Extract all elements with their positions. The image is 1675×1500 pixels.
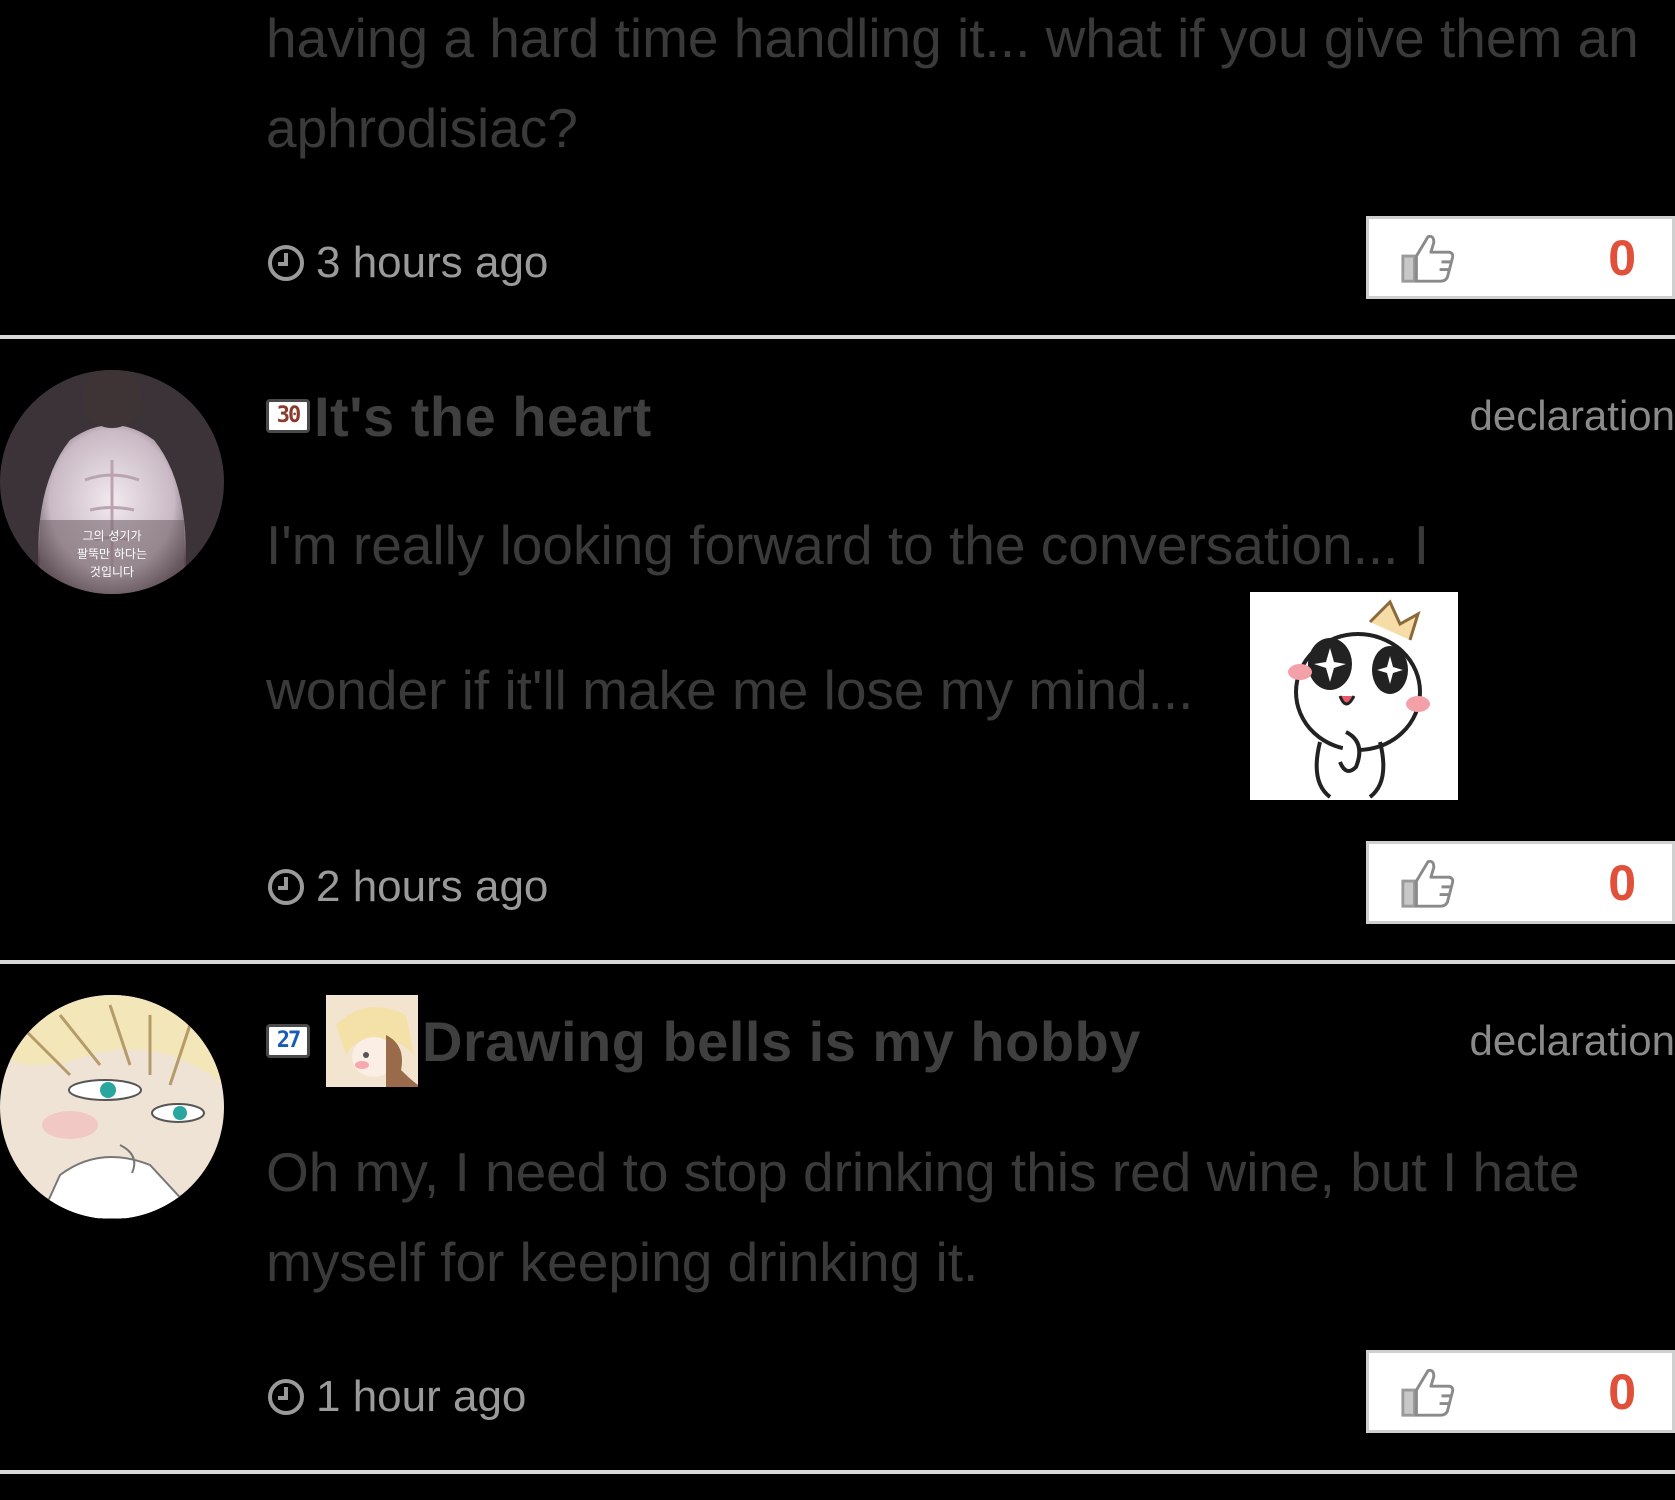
avatar-image: 그의 성기가 팔뚝만 하다는 것입니다 (0, 370, 224, 594)
comment-body: having a hard time handling it... what i… (266, 7, 1639, 159)
like-count: 0 (1608, 1363, 1636, 1420)
avatar-image (0, 995, 224, 1219)
like-count: 0 (1608, 854, 1636, 911)
declaration-link[interactable]: declaration (1470, 392, 1675, 440)
clock-icon (268, 1379, 304, 1415)
comment-time: 2 hours ago (266, 862, 548, 912)
clock-icon (268, 245, 304, 281)
svg-text:팔뚝만 하다는: 팔뚝만 하다는 (77, 547, 147, 561)
username[interactable]: It's the heart (314, 384, 652, 449)
declaration-link[interactable]: declaration (1470, 1017, 1675, 1065)
level-badge: 27 (266, 1024, 310, 1058)
thumbs-up-icon (1401, 234, 1455, 283)
like-count: 0 (1608, 229, 1636, 286)
clock-icon (268, 869, 304, 905)
thumbs-up-icon (1401, 859, 1455, 908)
level-badge: 30 (266, 399, 310, 433)
time-label: 3 hours ago (316, 238, 549, 287)
comment-divider (0, 335, 1675, 339)
user-thumbnail (326, 995, 418, 1087)
svg-text:것입니다: 것입니다 (90, 565, 134, 579)
like-button[interactable]: 0 (1366, 841, 1675, 924)
comment-header: 30 It's the heart declaration (266, 381, 1675, 451)
comment-header: 27 Drawing bells is my hobby declaration (266, 995, 1675, 1087)
time-label: 2 hours ago (316, 862, 549, 911)
like-button[interactable]: 0 (1366, 216, 1675, 299)
comment-time: 1 hour ago (266, 1372, 526, 1422)
username[interactable]: Drawing bells is my hobby (422, 1009, 1141, 1074)
thumbs-up-icon (1401, 1368, 1455, 1417)
user-avatar[interactable] (0, 995, 224, 1219)
comment-body: Oh my, I need to stop drinking this red … (266, 1141, 1580, 1293)
comment-divider (0, 1470, 1675, 1474)
user-avatar[interactable]: 그의 성기가 팔뚝만 하다는 것입니다 (0, 370, 224, 594)
svg-text:그의 성기가: 그의 성기가 (82, 529, 141, 543)
time-label: 1 hour ago (316, 1372, 527, 1421)
like-button[interactable]: 0 (1366, 1350, 1675, 1433)
emoji-sticker (1250, 592, 1458, 800)
comment-divider (0, 960, 1675, 964)
comment-time: 3 hours ago (266, 238, 548, 288)
comment-body-line-1: I'm really looking forward to the conver… (266, 514, 1429, 576)
